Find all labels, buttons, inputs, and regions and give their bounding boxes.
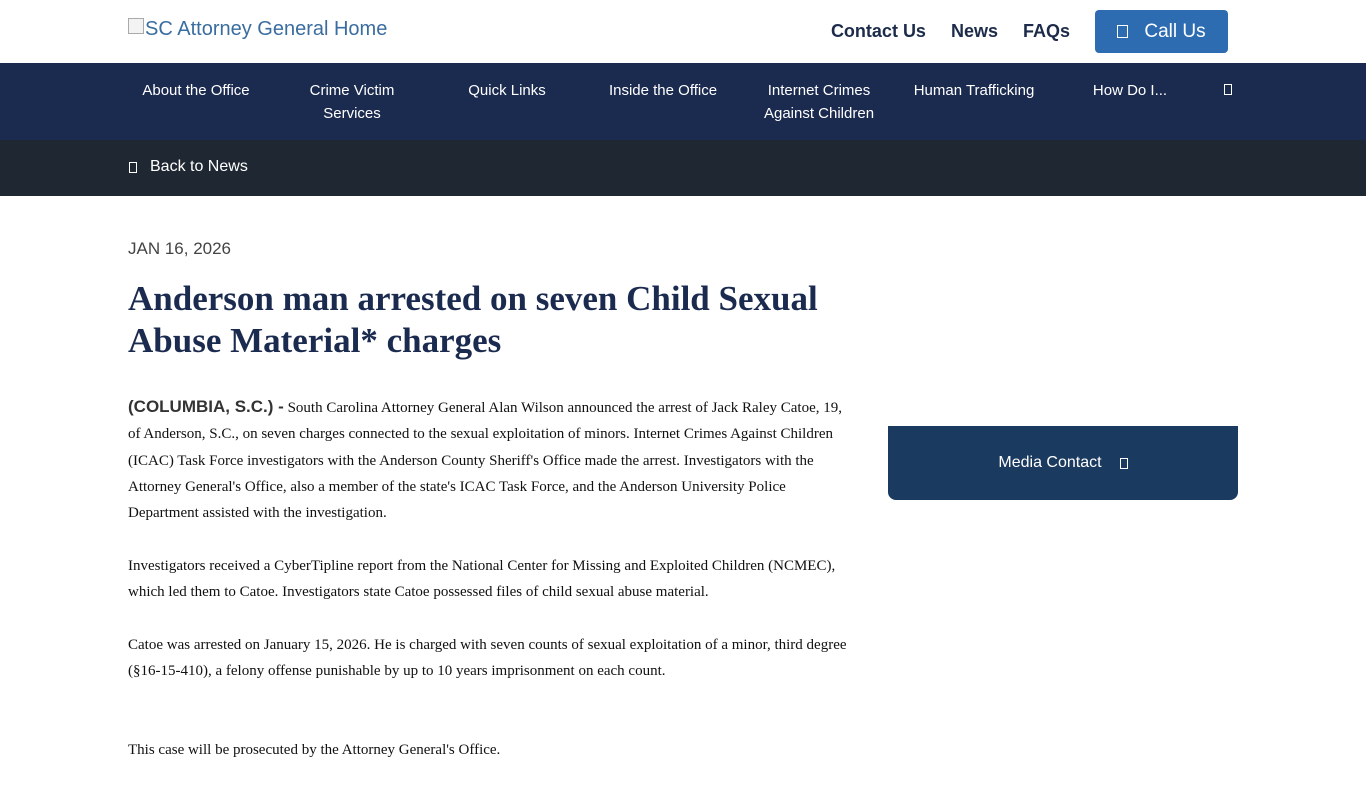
phone-icon [1117, 25, 1129, 38]
paragraph-4: This case will be prosecuted by the Atto… [128, 742, 501, 759]
nav-inside-the-office[interactable]: Inside the Office [588, 79, 738, 102]
nav-human-trafficking[interactable]: Human Trafficking [899, 79, 1049, 102]
call-us-label: Call Us [1144, 20, 1206, 42]
top-header: SC Attorney General Home Contact Us News… [0, 0, 1366, 63]
faqs-link[interactable]: FAQs [1023, 21, 1070, 42]
article-date: JAN 16, 2026 [128, 239, 232, 258]
nav-internet-crimes-against-children[interactable]: Internet Crimes Against Children [744, 79, 894, 125]
paragraph-2: Investigators received a CyberTipline re… [128, 557, 836, 601]
dateline: (COLUMBIA, S.C.) - [128, 397, 284, 416]
chevron-left-icon [129, 161, 137, 173]
nav-about-the-office[interactable]: About the Office [121, 79, 271, 102]
media-contact-label: Media Contact [998, 454, 1102, 471]
chevron-down-icon [1119, 457, 1128, 469]
media-contact-button[interactable]: Media Contact [888, 426, 1238, 500]
paragraph-1: (COLUMBIA, S.C.) - South Carolina Attorn… [128, 394, 858, 526]
back-to-news-link[interactable]: Back to News [129, 158, 248, 176]
article-body: (COLUMBIA, S.C.) - South Carolina Attorn… [128, 394, 858, 790]
search-icon[interactable] [1224, 84, 1232, 95]
nav-quick-links[interactable]: Quick Links [432, 79, 582, 102]
utility-nav: Contact Us News FAQs Call Us [806, 10, 1228, 53]
broken-image-icon [128, 18, 144, 34]
contact-us-link[interactable]: Contact Us [831, 21, 926, 42]
news-link[interactable]: News [951, 21, 998, 42]
back-to-news-label: Back to News [150, 158, 248, 175]
call-us-button[interactable]: Call Us [1095, 10, 1228, 53]
nav-how-do-i[interactable]: How Do I... [1055, 79, 1205, 102]
paragraph-1-text: South Carolina Attorney General Alan Wil… [128, 400, 842, 522]
article-title: Anderson man arrested on seven Child Sex… [128, 279, 818, 360]
sub-bar: Back to News [0, 140, 1366, 196]
main-nav: About the Office Crime Victim Services Q… [0, 63, 1366, 140]
nav-crime-victim-services[interactable]: Crime Victim Services [277, 79, 427, 125]
site-logo[interactable]: SC Attorney General Home [128, 18, 387, 41]
logo-alt-text: SC Attorney General Home [145, 18, 388, 40]
paragraph-3: Catoe was arrested on January 15, 2026. … [128, 636, 847, 680]
